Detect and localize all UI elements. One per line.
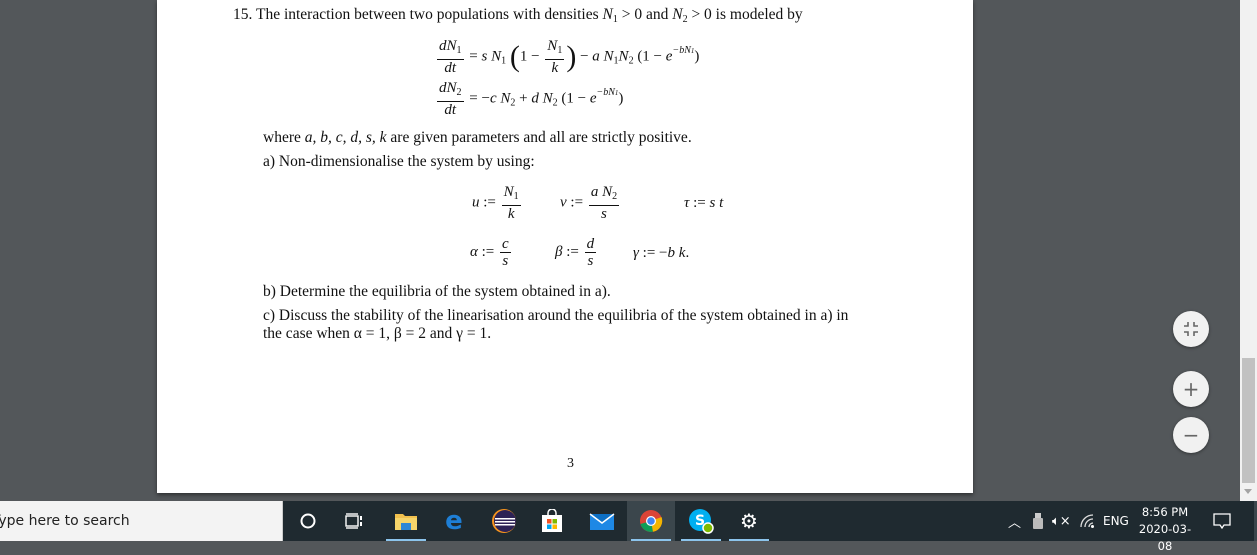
edge-button[interactable]: e [430, 501, 478, 541]
equation-2: dN2 dt = −c N2 + d N2 (1 − e−bN1) [437, 80, 624, 118]
folder-icon [395, 514, 417, 530]
minus-icon: − [1182, 423, 1200, 447]
usb-drive-icon [1033, 513, 1043, 529]
eclipse-icon [492, 509, 516, 533]
problem-intro: 15. The interaction between two populati… [233, 6, 803, 29]
definition-tau: τ := s t [684, 195, 724, 211]
mail-icon [589, 513, 615, 530]
intro-text: > 0 and [617, 6, 673, 23]
definition-beta: β := ds [555, 236, 597, 269]
cortana-button[interactable] [284, 501, 332, 541]
pdf-page: 15. The interaction between two populati… [157, 0, 973, 493]
wifi-icon [1080, 514, 1094, 528]
where-tail: are given parameters and all are strictl… [386, 129, 692, 146]
definition-alpha: α := cs [470, 236, 511, 269]
skype-button[interactable]: S [677, 501, 725, 541]
mail-button[interactable] [578, 501, 626, 541]
file-explorer-button[interactable] [382, 501, 430, 541]
zoom-out-button[interactable]: − [1173, 417, 1209, 453]
show-hidden-icons-button[interactable]: ︿ [1008, 501, 1021, 541]
part-b: b) Determine the equilibria of the syste… [263, 283, 611, 300]
definition-u: u := N1 k [472, 184, 521, 222]
pdf-viewer: 15. The interaction between two populati… [0, 0, 1240, 501]
intro-var: N [672, 6, 683, 23]
equation-1: dN1 dt = s N1 (1 − N1 k) − a N1N2 (1 − e−b… [437, 38, 700, 76]
edge-icon: e [445, 506, 463, 536]
chevron-up-icon: ︿ [1008, 515, 1022, 531]
plus-icon: + [1182, 377, 1200, 401]
language-label: ENG [1103, 514, 1129, 528]
cortana-circle-icon [300, 513, 316, 529]
action-center-button[interactable] [1213, 501, 1231, 541]
where-params: a, b, c, d, s, k [304, 129, 387, 146]
network-button[interactable] [1079, 501, 1095, 541]
clock-time: 8:56 PM [1141, 505, 1189, 519]
scrollbar-thumb[interactable] [1242, 358, 1255, 483]
fit-to-page-icon [1184, 322, 1198, 336]
notification-icon [1213, 513, 1231, 529]
chrome-button[interactable] [627, 501, 675, 541]
eclipse-button[interactable] [480, 501, 528, 541]
intro-text: > 0 is modeled by [687, 6, 803, 23]
volume-muted-icon: 🔈︎× [1052, 513, 1071, 529]
settings-button[interactable]: ⚙ [725, 501, 773, 541]
search-placeholder: Type here to search [0, 513, 130, 529]
chrome-icon [640, 510, 663, 532]
gear-icon: ⚙ [740, 509, 758, 533]
language-indicator[interactable]: ENG [1103, 501, 1129, 541]
page-number: 3 [567, 456, 574, 471]
where-text: where a, b, c, d, s, k are given paramet… [263, 129, 692, 147]
intro-text: 15. The interaction between two populati… [233, 6, 603, 23]
vertical-scrollbar[interactable] [1240, 0, 1257, 501]
part-a: a) Non-dimensionalise the system by usin… [263, 153, 535, 170]
taskbar: Type here to search e S ⚙ ︿ 🔈︎× ENG 8:56… [0, 501, 1257, 553]
usb-device-button[interactable] [1033, 501, 1043, 541]
zoom-in-button[interactable]: + [1173, 371, 1209, 407]
clock-date: 2020-03-08 [1138, 522, 1192, 553]
store-button[interactable] [528, 501, 576, 541]
fit-to-page-button[interactable] [1173, 311, 1209, 347]
scroll-down-arrow-icon[interactable] [1244, 489, 1252, 494]
skype-icon: S [689, 509, 714, 534]
intro-var: N [602, 6, 613, 23]
part-c-line-1: c) Discuss the stability of the linearis… [263, 307, 849, 324]
where-lead: where [263, 129, 305, 146]
part-c-line-2: the case when α = 1, β = 2 and γ = 1. [263, 325, 492, 342]
clock-button[interactable]: 8:56 PM 2020-03-08 [1133, 504, 1197, 555]
task-view-icon [345, 513, 362, 529]
task-view-button[interactable] [330, 501, 378, 541]
store-bag-icon [542, 509, 562, 532]
definition-v: v := a N2 s [560, 184, 620, 222]
taskbar-search-input[interactable]: Type here to search [0, 501, 283, 541]
definition-gamma: γ := −b k. [633, 245, 690, 261]
volume-button[interactable]: 🔈︎× [1052, 501, 1071, 541]
